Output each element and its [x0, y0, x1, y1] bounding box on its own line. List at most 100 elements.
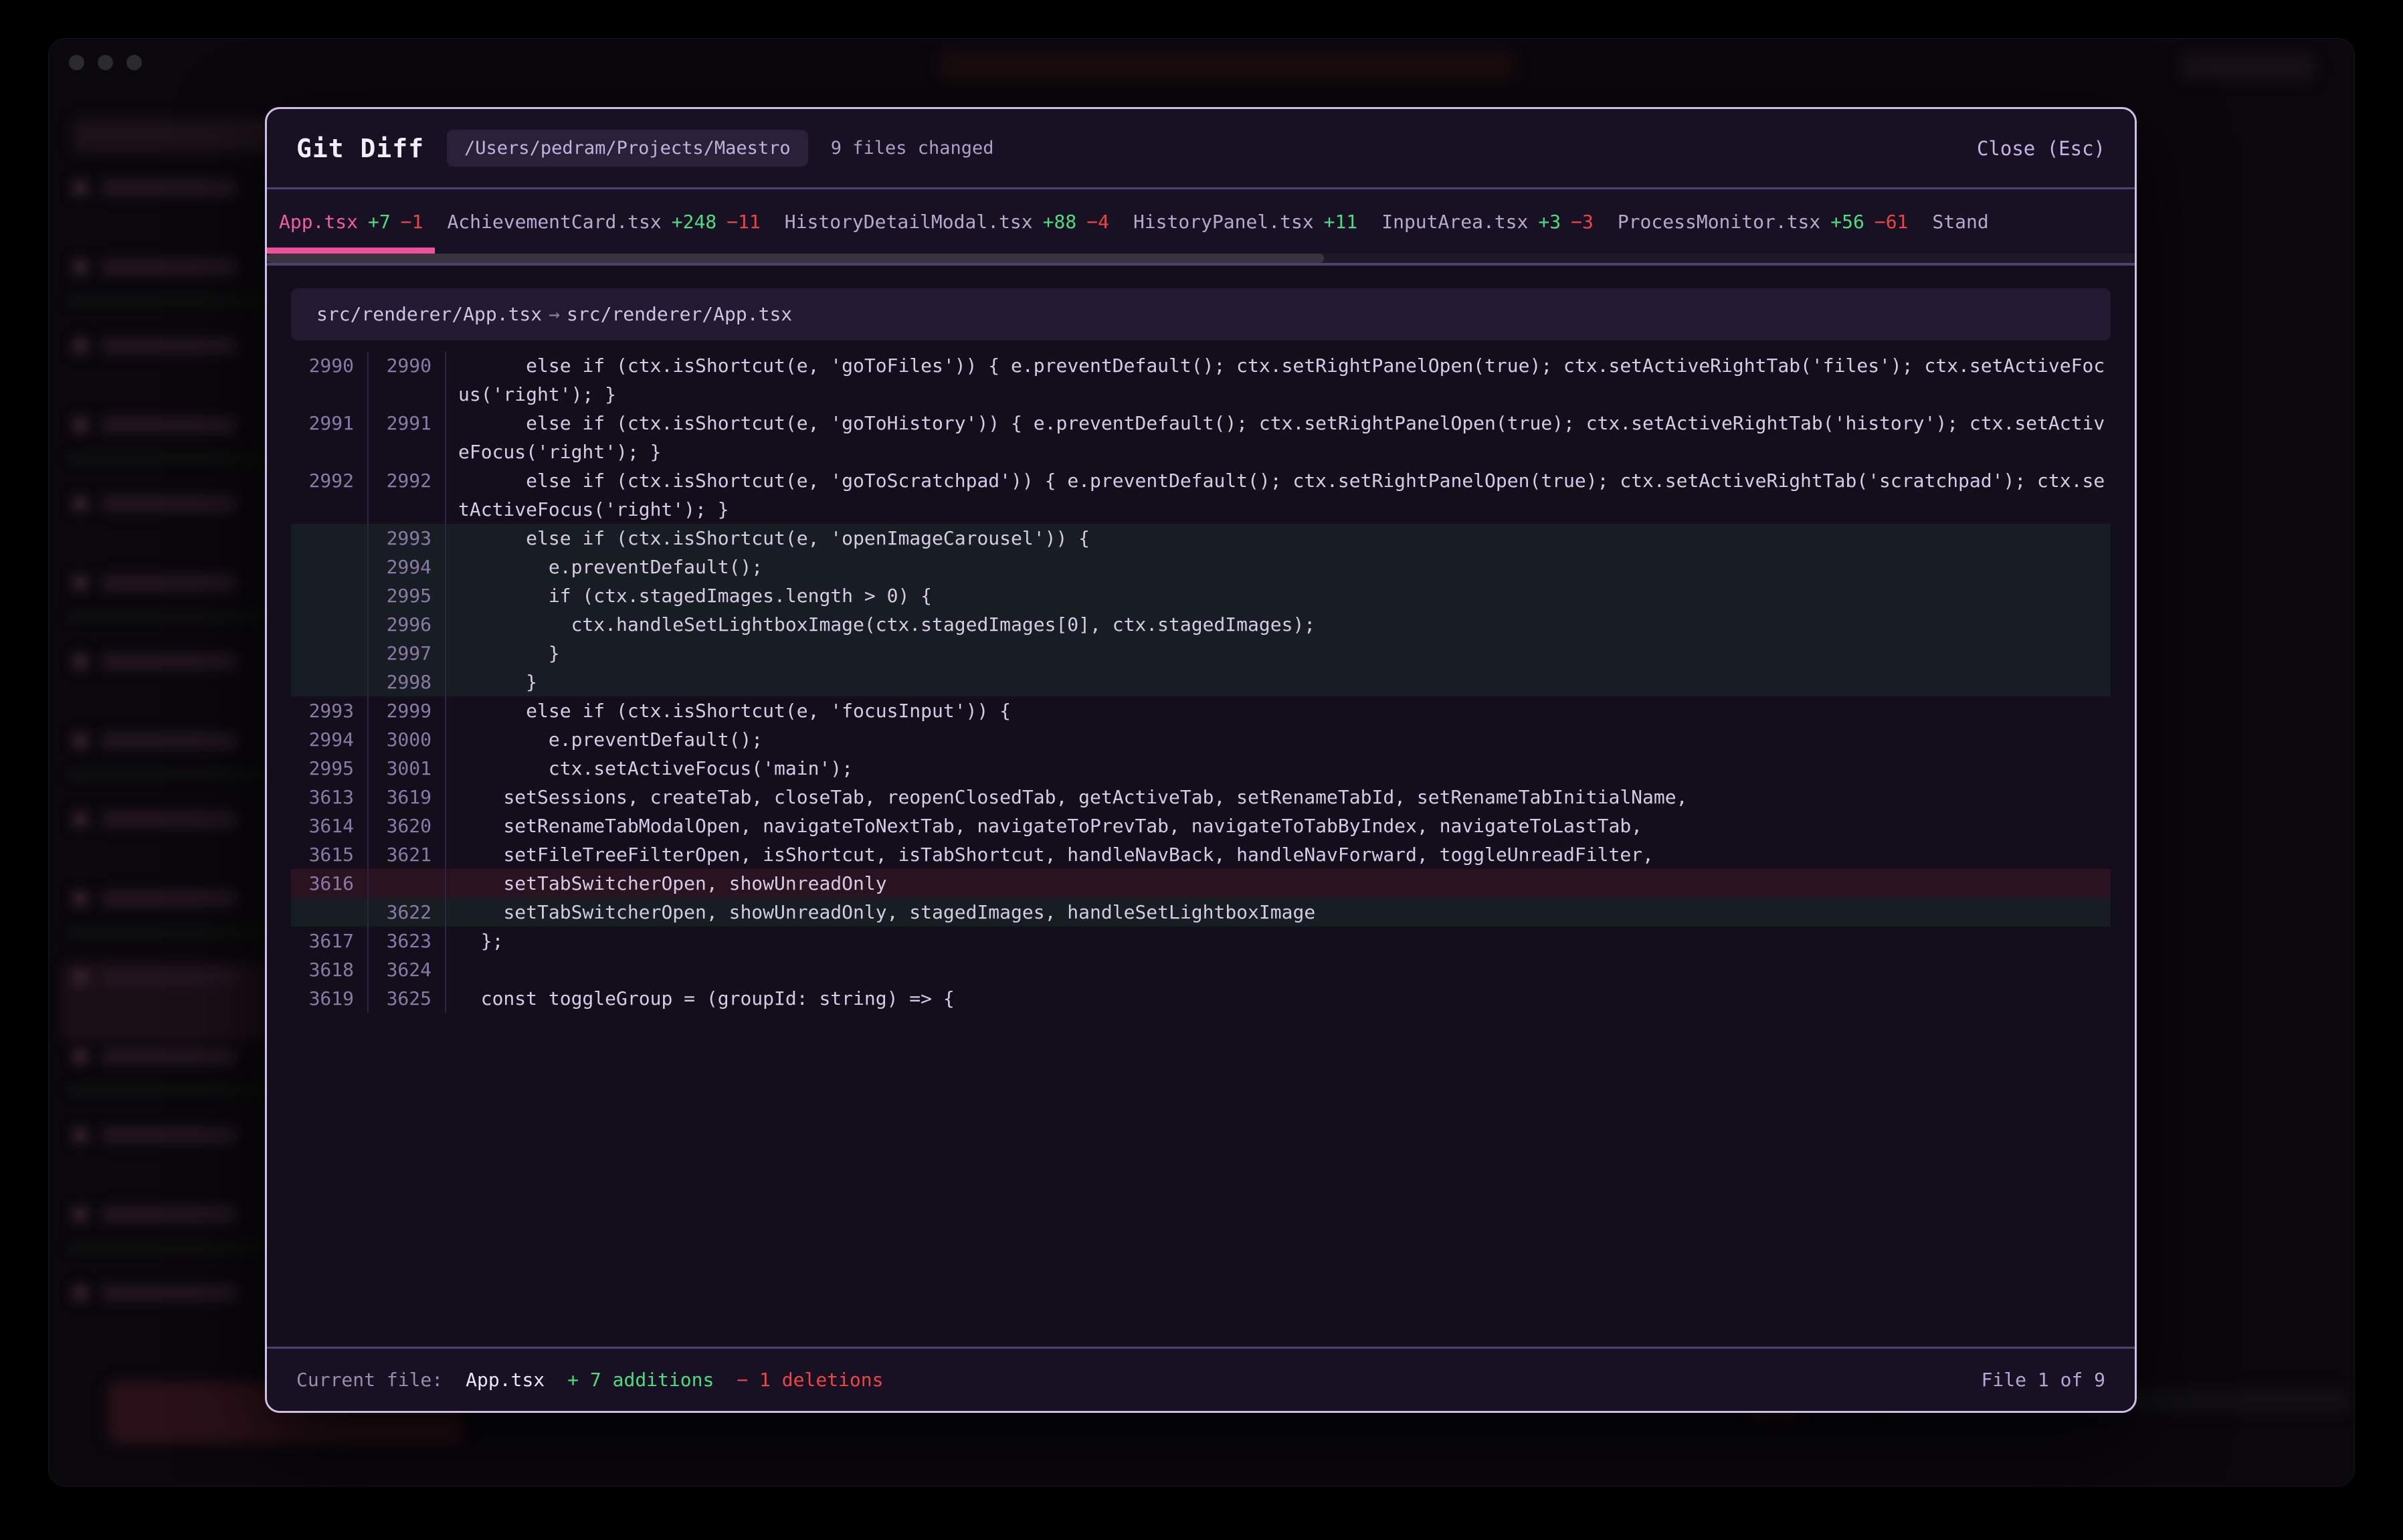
old-line-number: [291, 898, 369, 927]
new-line-number: 2998: [369, 668, 446, 696]
old-line-number: 3616: [291, 869, 369, 898]
old-line-number: 3615: [291, 840, 369, 869]
old-line-number: 3614: [291, 811, 369, 840]
current-file-label: Current file:: [296, 1369, 443, 1391]
diff-row: 3618 3624: [291, 955, 2111, 984]
footer-deletions: − 1 deletions: [737, 1369, 883, 1391]
file-tab-label: HistoryDetailModal.tsx: [785, 211, 1033, 233]
code-line: }: [446, 668, 2111, 696]
file-tab-label: App.tsx: [279, 211, 358, 233]
file-tab[interactable]: App.tsx +7 −1: [267, 189, 435, 254]
diff-row: 3614 3620 setRenameTabModalOpen, navigat…: [291, 811, 2111, 840]
new-line-number: 2997: [369, 639, 446, 668]
diff-row: 2997 }: [291, 639, 2111, 668]
file-rename-header: src/renderer/App.tsx→src/renderer/App.ts…: [291, 288, 2111, 341]
tab-deletions-count: −61: [1875, 211, 1909, 233]
tabs-scrollbar-thumb[interactable]: [267, 254, 1324, 263]
new-line-number: 2993: [369, 524, 446, 553]
file-tab[interactable]: AchievementCard.tsx +248 −11: [435, 189, 772, 254]
new-line-number: 3622: [369, 898, 446, 927]
background-titlebar-text: [939, 51, 1514, 80]
diff-row: 3613 3619 setSessions, createTab, closeT…: [291, 783, 2111, 811]
files-changed-count: 9 files changed: [831, 138, 994, 159]
old-line-number: 2994: [291, 725, 369, 754]
diff-content: src/renderer/App.tsx→src/renderer/App.ts…: [267, 266, 2135, 1347]
close-button[interactable]: Close (Esc): [1977, 137, 2105, 160]
code-line: ctx.handleSetLightboxImage(ctx.stagedIma…: [446, 610, 2111, 639]
old-line-number: 3613: [291, 783, 369, 811]
old-line-number: [291, 610, 369, 639]
old-line-number: 2991: [291, 409, 369, 466]
code-line: setRenameTabModalOpen, navigateToNextTab…: [446, 811, 2111, 840]
old-line-number: [291, 553, 369, 581]
new-line-number: 3000: [369, 725, 446, 754]
code-line: else if (ctx.isShortcut(e, 'goToFiles'))…: [446, 351, 2111, 409]
modal-footer: Current file: App.tsx + 7 additions − 1 …: [267, 1347, 2135, 1411]
old-line-number: 3617: [291, 927, 369, 955]
file-tab[interactable]: Stand: [1920, 189, 2000, 254]
code-line: if (ctx.stagedImages.length > 0) {: [446, 581, 2111, 610]
file-tab-label: AchievementCard.tsx: [447, 211, 661, 233]
diff-row: 2995 3001 ctx.setActiveFocus('main');: [291, 754, 2111, 783]
code-line: const toggleGroup = (groupId: string) =>…: [446, 984, 2111, 1013]
new-line-number: 3623: [369, 927, 446, 955]
new-line-number: 2995: [369, 581, 446, 610]
tab-deletions-count: −3: [1571, 211, 1594, 233]
file-tab-label: InputArea.tsx: [1381, 211, 1528, 233]
new-line-number: 3001: [369, 754, 446, 783]
new-line-number: 3625: [369, 984, 446, 1013]
code-line: e.preventDefault();: [446, 725, 2111, 754]
file-tab-label: HistoryPanel.tsx: [1133, 211, 1314, 233]
tab-additions-count: +56: [1830, 211, 1864, 233]
file-tab[interactable]: ProcessMonitor.tsx +56 −61: [1606, 189, 1921, 254]
diff-row: 2996 ctx.handleSetLightboxImage(ctx.stag…: [291, 610, 2111, 639]
new-line-number: 2992: [369, 466, 446, 524]
zoom-window-icon[interactable]: [126, 55, 142, 70]
diff-row: 3615 3621 setFileTreeFilterOpen, isShort…: [291, 840, 2111, 869]
tabs-scrollbar-track[interactable]: [267, 254, 2135, 263]
tab-deletions-count: −1: [401, 211, 423, 233]
file-tabbar: App.tsx +7 −1 AchievementCard.tsx +248 −…: [267, 189, 2135, 266]
minimize-window-icon[interactable]: [98, 55, 113, 70]
tab-additions-count: +3: [1538, 211, 1561, 233]
tab-additions-count: +11: [1324, 211, 1358, 233]
old-line-number: 2993: [291, 696, 369, 725]
tab-additions-count: +7: [368, 211, 391, 233]
file-tab-label: ProcessMonitor.tsx: [1618, 211, 1820, 233]
code-line: [446, 955, 2111, 984]
diff-row: 3622 setTabSwitcherOpen, showUnreadOnly,…: [291, 898, 2111, 927]
file-tab-label: Stand: [1932, 211, 1988, 233]
new-line-number: 2994: [369, 553, 446, 581]
diff-row: 2993 else if (ctx.isShortcut(e, 'openIma…: [291, 524, 2111, 553]
tab-additions-count: +88: [1043, 211, 1077, 233]
code-line: setTabSwitcherOpen, showUnreadOnly, stag…: [446, 898, 2111, 927]
code-line: }: [446, 639, 2111, 668]
code-line: ctx.setActiveFocus('main');: [446, 754, 2111, 783]
old-line-number: [291, 524, 369, 553]
new-line-number: 3624: [369, 955, 446, 984]
new-line-number: 3621: [369, 840, 446, 869]
diff-row: 2993 2999 else if (ctx.isShortcut(e, 'fo…: [291, 696, 2111, 725]
diff-row: 2992 2992 else if (ctx.isShortcut(e, 'go…: [291, 466, 2111, 524]
diff-row: 2995 if (ctx.stagedImages.length > 0) {: [291, 581, 2111, 610]
file-path-to: src/renderer/App.tsx: [567, 303, 792, 325]
file-tab[interactable]: InputArea.tsx +3 −3: [1369, 189, 1606, 254]
code-line: };: [446, 927, 2111, 955]
diff-row: 2998 }: [291, 668, 2111, 696]
file-tabs: App.tsx +7 −1 AchievementCard.tsx +248 −…: [267, 189, 2135, 254]
code-line: setFileTreeFilterOpen, isShortcut, isTab…: [446, 840, 2111, 869]
file-tab[interactable]: HistoryPanel.tsx +11: [1121, 189, 1369, 254]
close-window-icon[interactable]: [69, 55, 84, 70]
diff-table: 2990 2990 else if (ctx.isShortcut(e, 'go…: [291, 351, 2111, 1013]
new-line-number: 3619: [369, 783, 446, 811]
diff-row: 2994 e.preventDefault();: [291, 553, 2111, 581]
current-file-name: App.tsx: [466, 1369, 545, 1391]
old-line-number: 2995: [291, 754, 369, 783]
diff-row: 3616 setTabSwitcherOpen, showUnreadOnly: [291, 869, 2111, 898]
tab-deletions-count: −11: [727, 211, 761, 233]
file-tab[interactable]: HistoryDetailModal.tsx +88 −4: [773, 189, 1121, 254]
repo-path-chip: /Users/pedram/Projects/Maestro: [447, 130, 808, 167]
diff-row: 2991 2991 else if (ctx.isShortcut(e, 'go…: [291, 409, 2111, 466]
diff-row: 3617 3623 };: [291, 927, 2111, 955]
window-controls: [69, 55, 142, 70]
